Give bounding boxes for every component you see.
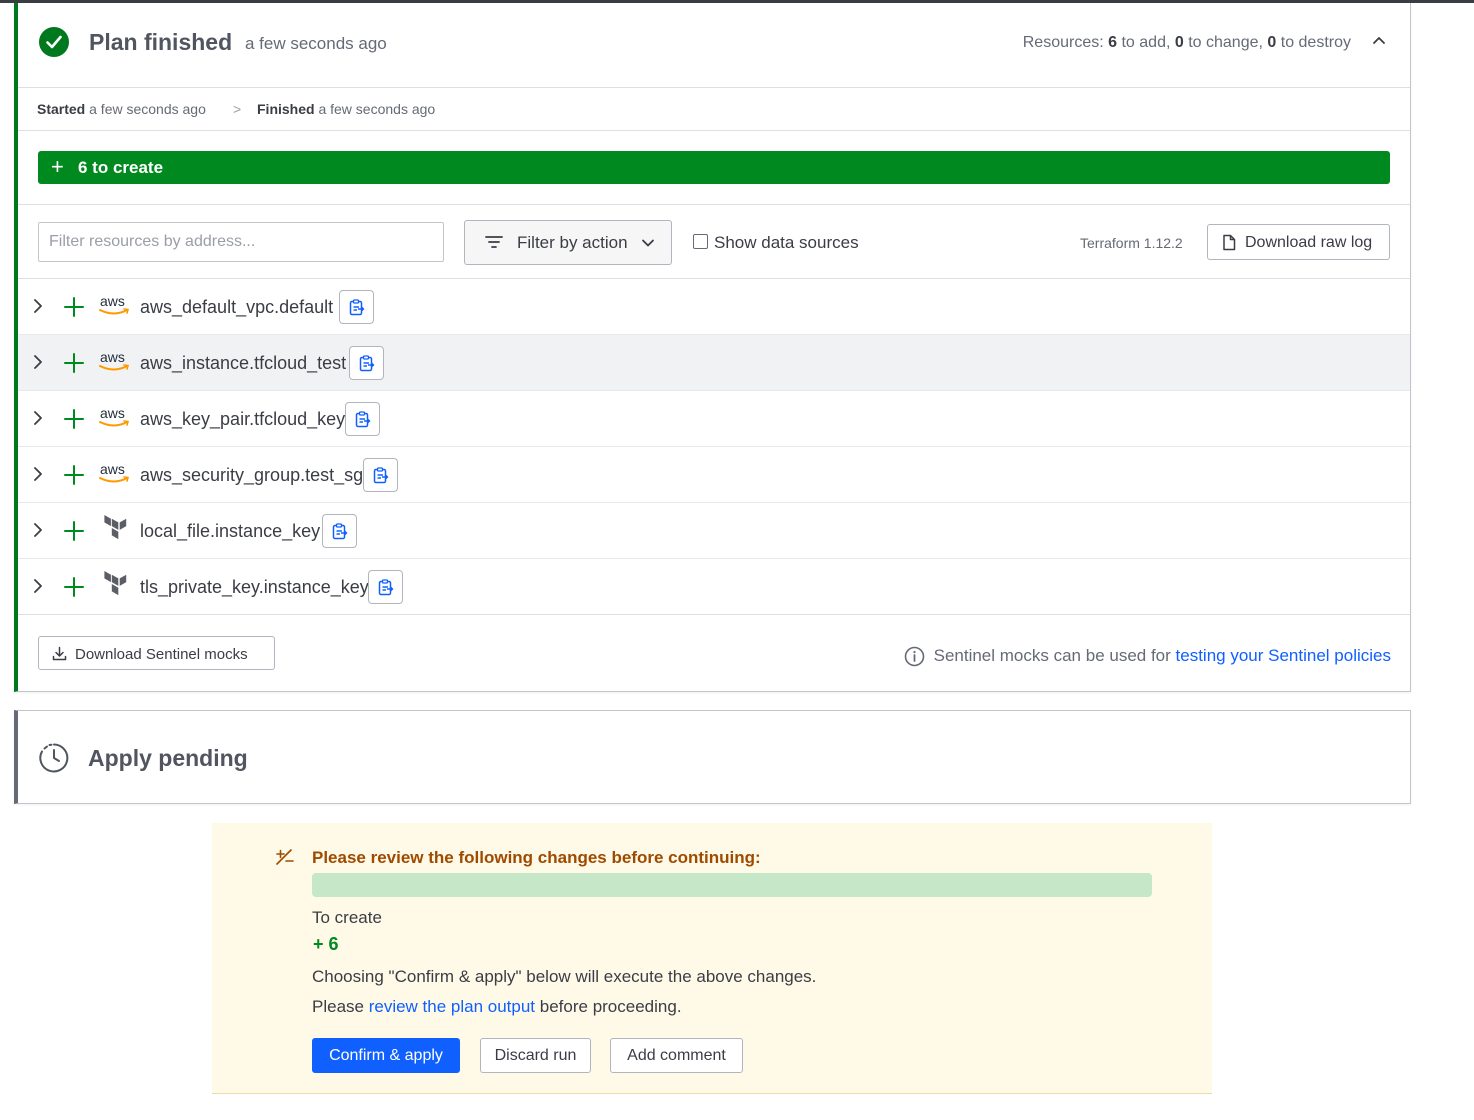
resource-address: tls_private_key.instance_key bbox=[140, 577, 369, 597]
started-timestamp: Started a few seconds ago bbox=[37, 101, 206, 117]
download-icon bbox=[52, 646, 67, 661]
plus-icon bbox=[64, 297, 84, 317]
plus-icon bbox=[64, 521, 84, 541]
plan-title: Plan finished bbox=[89, 29, 233, 55]
copy-address-button[interactable] bbox=[339, 290, 374, 324]
chevron-right-icon[interactable] bbox=[32, 410, 44, 426]
download-raw-log-label: Download raw log bbox=[1245, 234, 1373, 251]
chevron-right-icon[interactable] bbox=[32, 466, 44, 482]
review-explanation: Choosing "Confirm & apply" below will ex… bbox=[312, 967, 817, 986]
filter-lines-icon bbox=[485, 236, 503, 248]
review-heading: Please review the following changes befo… bbox=[312, 848, 761, 867]
plan-footer: Download Sentinel mocks Sentinel mocks c… bbox=[18, 615, 1410, 691]
copy-address-button[interactable] bbox=[368, 570, 403, 604]
review-panel: Please review the following changes befo… bbox=[212, 823, 1212, 1094]
clipboard-copy-icon bbox=[332, 523, 348, 540]
filter-address-input[interactable] bbox=[38, 222, 444, 262]
show-data-sources-checkbox[interactable] bbox=[693, 234, 708, 249]
download-sentinel-mocks-label: Download Sentinel mocks bbox=[75, 646, 248, 663]
copy-address-button[interactable] bbox=[363, 458, 398, 492]
copy-address-button[interactable] bbox=[345, 402, 380, 436]
add-comment-button[interactable]: Add comment bbox=[610, 1038, 743, 1073]
clipboard-copy-icon bbox=[349, 299, 365, 316]
resource-row[interactable]: aws aws_security_group.test_sg bbox=[18, 447, 1410, 503]
resource-address: aws_key_pair.tfcloud_key bbox=[140, 409, 346, 429]
filter-by-action-button[interactable]: Filter by action bbox=[464, 220, 672, 265]
resources-summary: Resources: 6 to add, 0 to change, 0 to d… bbox=[1022, 34, 1351, 51]
resource-row[interactable]: aws aws_instance.tfcloud_test bbox=[18, 335, 1410, 391]
aws-logo-icon: aws bbox=[98, 293, 130, 319]
plus-icon bbox=[64, 465, 84, 485]
sentinel-info: Sentinel mocks can be used for testing y… bbox=[904, 646, 1391, 667]
chevron-right-icon[interactable] bbox=[32, 354, 44, 370]
aws-logo-icon: aws bbox=[98, 405, 130, 431]
terraform-logo-icon bbox=[104, 515, 127, 540]
plus-icon bbox=[64, 409, 84, 429]
to-create-count: + 6 bbox=[313, 934, 339, 954]
clipboard-copy-icon bbox=[373, 467, 389, 484]
sentinel-policies-link[interactable]: testing your Sentinel policies bbox=[1176, 646, 1391, 665]
resource-address: aws_default_vpc.default bbox=[140, 297, 334, 317]
resource-address: local_file.instance_key bbox=[140, 521, 321, 541]
chevron-down-icon bbox=[642, 239, 654, 247]
clipboard-copy-icon bbox=[355, 411, 371, 428]
resource-row[interactable]: aws aws_default_vpc.default bbox=[18, 279, 1410, 335]
plus-icon: + bbox=[51, 154, 64, 179]
copy-address-button[interactable] bbox=[349, 346, 384, 380]
apply-card: Apply pending bbox=[14, 710, 1411, 804]
finished-timestamp: Finished a few seconds ago bbox=[257, 101, 436, 117]
change-summary: + 6 to create bbox=[18, 131, 1410, 205]
apply-title: Apply pending bbox=[88, 745, 248, 771]
timeline-separator: > bbox=[233, 101, 242, 117]
resource-address: aws_security_group.test_sg bbox=[140, 465, 364, 485]
document-icon bbox=[1223, 234, 1236, 251]
confirm-apply-button[interactable]: Confirm & apply bbox=[312, 1038, 460, 1073]
chevron-right-icon[interactable] bbox=[32, 298, 44, 314]
aws-logo-icon: aws bbox=[98, 349, 130, 375]
info-icon bbox=[904, 646, 924, 667]
create-summary-label: 6 to create bbox=[78, 158, 164, 177]
clipboard-copy-icon bbox=[359, 355, 375, 372]
plus-icon bbox=[64, 353, 84, 373]
check-circle-icon bbox=[39, 27, 69, 57]
show-data-sources-label: Show data sources bbox=[714, 233, 859, 252]
changes-bar bbox=[312, 873, 1152, 897]
plan-timestamp: a few seconds ago bbox=[245, 34, 387, 53]
download-sentinel-mocks-button[interactable]: Download Sentinel mocks bbox=[38, 636, 275, 670]
resource-list: aws aws_default_vpc.default aws aws_inst… bbox=[18, 279, 1410, 615]
resource-filters: Filter by action Show data sources Terra… bbox=[18, 205, 1410, 279]
chevron-up-icon[interactable] bbox=[1372, 33, 1386, 47]
chevron-right-icon[interactable] bbox=[32, 522, 44, 538]
plan-header[interactable]: Plan finished a few seconds ago Resource… bbox=[18, 3, 1410, 88]
resource-address: aws_instance.tfcloud_test bbox=[140, 353, 347, 373]
to-create-label: To create bbox=[312, 908, 382, 927]
terraform-version: Terraform 1.12.2 bbox=[1080, 235, 1183, 251]
run-timeline: Started a few seconds ago > Finished a f… bbox=[18, 88, 1410, 131]
terraform-logo-icon bbox=[104, 571, 127, 596]
copy-address-button[interactable] bbox=[322, 514, 357, 548]
clock-icon bbox=[39, 743, 69, 773]
chevron-right-icon[interactable] bbox=[32, 578, 44, 594]
plan-card: Plan finished a few seconds ago Resource… bbox=[14, 3, 1411, 692]
aws-logo-icon: aws bbox=[98, 461, 130, 487]
review-instructions: Please review the plan output before pro… bbox=[312, 997, 682, 1016]
filter-by-action-label: Filter by action bbox=[517, 233, 628, 252]
resource-row[interactable]: local_file.instance_key bbox=[18, 503, 1410, 559]
create-summary-bar[interactable]: + 6 to create bbox=[38, 151, 1390, 184]
review-plan-output-link[interactable]: review the plan output bbox=[369, 997, 535, 1016]
resource-row[interactable]: tls_private_key.instance_key bbox=[18, 559, 1410, 615]
diff-icon bbox=[276, 849, 294, 865]
plus-icon bbox=[64, 577, 84, 597]
discard-run-button[interactable]: Discard run bbox=[480, 1038, 591, 1073]
clipboard-copy-icon bbox=[378, 579, 394, 596]
resource-row[interactable]: aws aws_key_pair.tfcloud_key bbox=[18, 391, 1410, 447]
download-raw-log-button[interactable]: Download raw log bbox=[1207, 224, 1390, 260]
